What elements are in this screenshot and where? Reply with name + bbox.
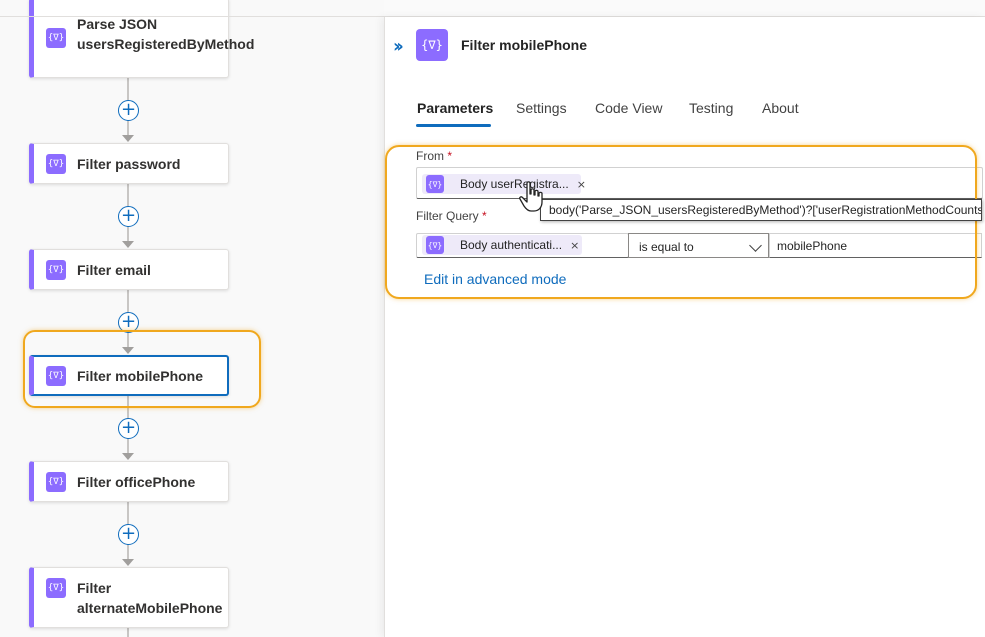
node-highlight [23, 330, 261, 408]
hand-cursor-icon [519, 181, 543, 212]
action-node-filter-password[interactable]: {∇} Filter password [29, 143, 229, 184]
filter-action-icon: {∇} [46, 153, 66, 174]
tab-code-view[interactable]: Code View [595, 100, 662, 116]
connector-arrow [122, 241, 134, 248]
add-step-button[interactable]: + [118, 206, 139, 227]
connector-arrow [122, 559, 134, 566]
filter-action-icon: {∇} [46, 471, 66, 492]
parameters-highlight [385, 145, 977, 299]
filter-action-icon: {∇} [46, 28, 66, 48]
workflow-canvas: + + + + + {∇} Parse JSON usersRegistered… [0, 0, 384, 637]
action-node-filter-alternatemobilephone[interactable]: {∇} Filter alternateMobilePhone [29, 567, 229, 628]
action-node-filter-officephone[interactable]: {∇} Filter officePhone [29, 461, 229, 502]
add-step-button[interactable]: + [118, 418, 139, 439]
tab-parameters[interactable]: Parameters [417, 100, 493, 116]
connector-line [127, 628, 129, 637]
add-step-button[interactable]: + [118, 524, 139, 545]
active-tab-indicator [416, 124, 491, 127]
double-chevron-right-icon[interactable]: ›› [393, 36, 404, 57]
add-step-button[interactable]: + [118, 100, 139, 121]
tab-settings[interactable]: Settings [516, 100, 567, 116]
action-node-filter-email[interactable]: {∇} Filter email [29, 249, 229, 290]
node-label: Filter officePhone [77, 473, 196, 490]
node-label: Filter alternateMobilePhone [77, 580, 223, 616]
node-label: Filter password [77, 155, 181, 172]
filter-action-icon: {∇} [46, 259, 66, 280]
filter-action-icon: {∇} [416, 29, 448, 61]
panel-title: Filter mobilePhone [461, 37, 588, 53]
node-label: Parse JSON usersRegisteredByMethod [77, 16, 255, 52]
connector-arrow [122, 135, 134, 142]
filter-action-icon: {∇} [46, 578, 66, 598]
node-label: Filter email [77, 261, 151, 278]
tab-about[interactable]: About [762, 100, 799, 116]
token-tooltip: body('Parse_JSON_usersRegisteredByMethod… [540, 199, 982, 221]
action-node-parse-json[interactable]: {∇} Parse JSON usersRegisteredByMethod [29, 0, 254, 78]
connector-arrow [122, 453, 134, 460]
tab-testing[interactable]: Testing [689, 100, 733, 116]
